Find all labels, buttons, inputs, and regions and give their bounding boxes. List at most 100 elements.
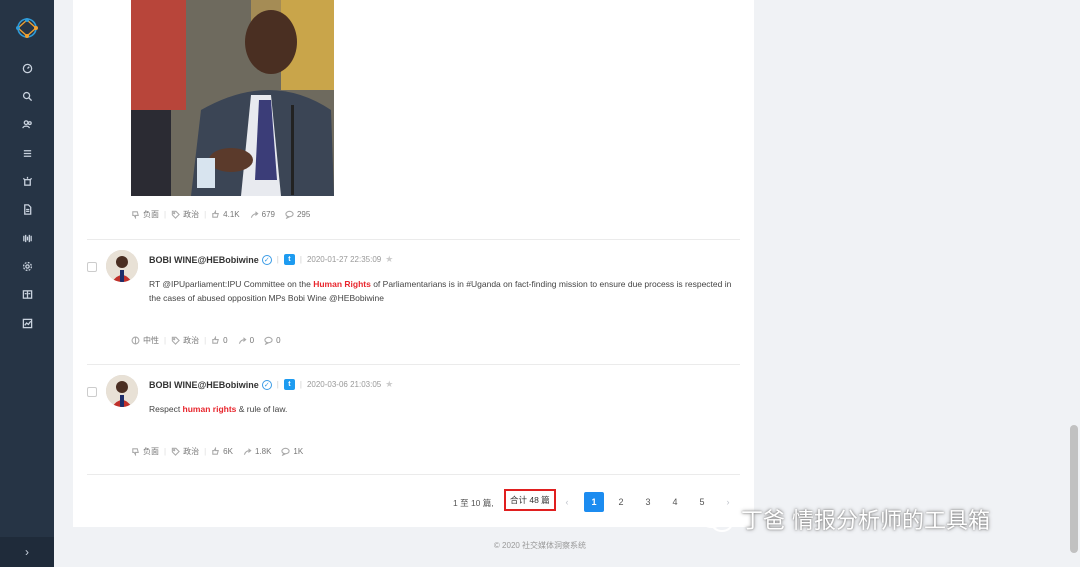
- comment-icon: [264, 336, 273, 345]
- footer-copyright: © 2020 社交媒体洞察系统: [493, 541, 587, 550]
- likes-count: 4.1K: [223, 210, 240, 219]
- post-time: 2020-03-06 21:03:05: [306, 380, 382, 389]
- thumb-down-icon: [132, 211, 139, 219]
- comments-count: 1K: [293, 447, 304, 456]
- comments-count: 0: [276, 336, 281, 345]
- page-4-button[interactable]: 4: [665, 492, 685, 512]
- page-3-button[interactable]: 3: [638, 492, 658, 512]
- tag-icon: [171, 336, 180, 345]
- sentiment-label: 中性: [143, 336, 159, 345]
- likes: 4.1K: [211, 210, 240, 219]
- category: 政治: [171, 446, 199, 457]
- post-checkbox[interactable]: [87, 262, 97, 272]
- page-1-button[interactable]: 1: [584, 492, 604, 512]
- twitter-icon: t: [283, 254, 295, 265]
- post-text: Respect human rights & rule of law.: [149, 402, 739, 416]
- page-2-button[interactable]: 2: [611, 492, 631, 512]
- shares: 679: [250, 210, 275, 219]
- thumb-up-icon: [212, 447, 220, 455]
- neutral-icon: [131, 336, 140, 345]
- divider: [87, 364, 740, 365]
- report-icon[interactable]: [19, 286, 35, 302]
- avatar[interactable]: [106, 250, 138, 282]
- tag-icon: [171, 210, 180, 219]
- keyword-highlight: Human Rights: [313, 279, 371, 289]
- post-header: BOBI WINE@HEBobiwine ✓ | t | 2020-03-06 …: [149, 379, 394, 390]
- comment-icon: [281, 447, 291, 456]
- settings-icon[interactable]: [19, 258, 35, 274]
- likes: 6K: [211, 447, 233, 456]
- text-segment: RT @IPUparliament:IPU Committee on the: [149, 279, 314, 289]
- post-time: 2020-01-27 22:35:09: [306, 255, 382, 264]
- verified-icon: ✓: [261, 379, 272, 390]
- likes-count: 0: [223, 336, 228, 345]
- category-label: 政治: [183, 447, 200, 456]
- sentiment: 负面: [131, 446, 159, 457]
- post-stats: 负面 | 政治 | 6K 1.8K 1K: [131, 446, 303, 457]
- document-icon[interactable]: [19, 201, 35, 217]
- category-label: 政治: [183, 210, 200, 219]
- search-icon[interactable]: [19, 88, 35, 104]
- shares-count: 679: [261, 210, 275, 219]
- shares-count: 0: [249, 336, 255, 345]
- wechat-icon: [699, 506, 733, 532]
- users-icon[interactable]: [19, 116, 35, 132]
- divider: [87, 474, 740, 475]
- likes: 0: [211, 336, 228, 345]
- scrollbar-thumb[interactable]: [1070, 425, 1078, 553]
- prev-page-button[interactable]: ‹: [557, 492, 577, 512]
- post-text: RT @IPUparliament:IPU Committee on the H…: [149, 277, 739, 305]
- tag-icon: [171, 447, 180, 456]
- list-icon[interactable]: [19, 145, 35, 161]
- text-segment: & rule of law.: [236, 404, 288, 414]
- share-icon: [238, 337, 247, 344]
- shares: 0: [238, 336, 254, 345]
- twitter-icon: t: [283, 379, 295, 390]
- divider: [87, 239, 740, 240]
- verified-icon: ✓: [261, 254, 272, 265]
- category: 政治: [171, 209, 199, 220]
- sentiment: 负面: [131, 209, 159, 220]
- broadcast-icon[interactable]: [19, 230, 35, 246]
- chart-icon[interactable]: [19, 315, 35, 331]
- shares: 1.8K: [243, 447, 271, 456]
- thumb-up-icon: [212, 210, 220, 218]
- app-logo-icon[interactable]: [13, 14, 41, 42]
- pagination-total: 合计 48 篇: [504, 489, 556, 511]
- results-panel: 负面 | 政治 | 4.1K 679 295 BOBI WINE@HEBobiw…: [73, 0, 754, 527]
- comment-icon: [285, 210, 294, 219]
- star-icon[interactable]: ★: [385, 379, 393, 390]
- post-stats: 中性 | 政治 | 0 0 0: [131, 335, 281, 346]
- comments: 1K: [281, 447, 303, 456]
- thumb-up-icon: [212, 336, 220, 344]
- dashboard-icon[interactable]: [19, 60, 35, 76]
- comments-count: 295: [296, 210, 311, 219]
- sentiment-label: 负面: [143, 210, 159, 219]
- category-label: 政治: [183, 336, 200, 345]
- comments: 295: [285, 210, 310, 219]
- thumb-down-icon: [132, 448, 139, 456]
- category: 政治: [171, 335, 199, 346]
- keyword-highlight: human rights: [182, 404, 237, 414]
- star-icon[interactable]: ★: [385, 254, 393, 265]
- text-segment: Respect: [149, 404, 183, 414]
- watermark-text: 丁爸 情报分析师的工具箱: [741, 509, 990, 534]
- avatar[interactable]: [106, 375, 138, 407]
- share-icon: [243, 448, 252, 455]
- post-image[interactable]: [131, 0, 334, 196]
- comments: 0: [264, 336, 281, 345]
- pagination-range: 1 至 10 篇,: [453, 498, 494, 508]
- shares-count: 1.8K: [254, 447, 272, 456]
- sidebar: ›: [0, 0, 54, 567]
- post-stats: 负面 | 政治 | 4.1K 679 295: [131, 209, 310, 220]
- share-icon: [250, 211, 259, 218]
- author-name[interactable]: BOBI WINE@HEBobiwine: [149, 380, 259, 390]
- post-header: BOBI WINE@HEBobiwine ✓ | t | 2020-01-27 …: [149, 254, 394, 265]
- watermark: 丁爸 情报分析师的工具箱: [697, 503, 990, 535]
- sentiment: 中性: [131, 335, 159, 346]
- post-checkbox[interactable]: [87, 387, 97, 397]
- sentiment-label: 负面: [143, 447, 159, 456]
- alarm-icon[interactable]: [19, 173, 35, 189]
- likes-count: 6K: [223, 447, 233, 456]
- author-name[interactable]: BOBI WINE@HEBobiwine: [149, 255, 259, 265]
